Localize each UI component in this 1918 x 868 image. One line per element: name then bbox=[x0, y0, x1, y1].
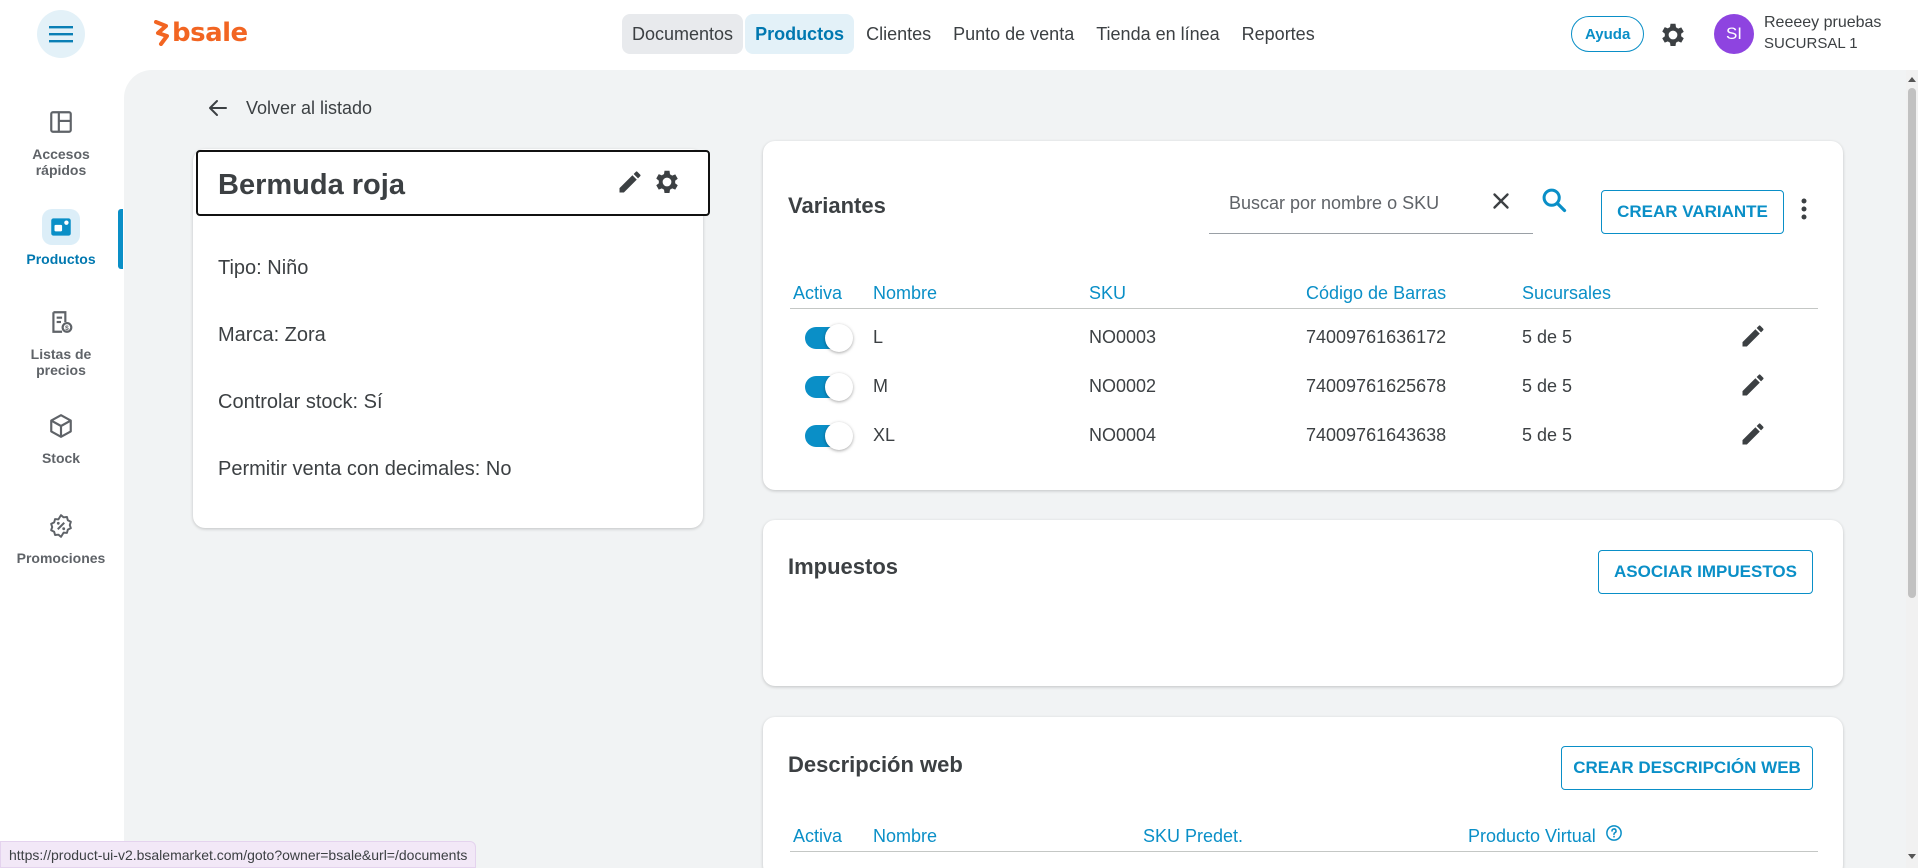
active-indicator bbox=[118, 209, 123, 269]
sidebar-label: Stock bbox=[41, 450, 81, 466]
sidebar-item-productos[interactable]: Productos bbox=[0, 209, 122, 267]
taxes-title: Impuestos bbox=[788, 554, 899, 579]
divider bbox=[790, 851, 1818, 852]
svg-text:$: $ bbox=[65, 325, 69, 332]
price-list-icon: $ bbox=[42, 304, 80, 340]
avatar[interactable]: SI bbox=[1714, 14, 1754, 54]
logo-text: bsale bbox=[172, 18, 248, 48]
scrollbar-thumb[interactable] bbox=[1908, 88, 1916, 598]
edit-pencil-icon[interactable] bbox=[1739, 322, 1767, 350]
user-name[interactable]: Reeeey pruebas bbox=[1764, 14, 1881, 32]
nav-tienda-en-linea[interactable]: Tienda en línea bbox=[1086, 14, 1229, 54]
sidebar-label: Promociones bbox=[16, 550, 106, 566]
create-variant-button[interactable]: CREAR VARIANTE bbox=[1601, 190, 1784, 234]
sidebar-label: Accesos rápidos bbox=[32, 146, 90, 178]
close-icon[interactable] bbox=[1488, 188, 1514, 214]
product-title-box[interactable]: Bermuda roja bbox=[196, 150, 710, 216]
edit-pencil-icon[interactable] bbox=[1739, 420, 1767, 448]
settings-gear-icon[interactable] bbox=[1658, 20, 1688, 50]
variant-sku: NO0003 bbox=[1089, 327, 1157, 347]
col-header-sku: SKU bbox=[1089, 283, 1127, 303]
variant-branches: 5 de 5 bbox=[1522, 327, 1573, 347]
help-button[interactable]: Ayuda bbox=[1571, 16, 1645, 52]
scroll-down-arrow-icon[interactable] bbox=[1906, 850, 1918, 864]
status-bar-url: https://product-ui-v2.bsalemarket.com/go… bbox=[0, 841, 477, 868]
nav-documentos[interactable]: Documentos bbox=[622, 14, 744, 54]
sidebar-item-listas-de-precios[interactable]: $ Listas de precios bbox=[0, 304, 122, 378]
nav-productos[interactable]: Productos bbox=[745, 14, 855, 54]
sidebar-item-accesos-rapidos[interactable]: Accesos rápidos bbox=[0, 104, 122, 178]
col-header-nombre: Nombre bbox=[873, 283, 938, 303]
variant-search bbox=[1209, 180, 1533, 234]
sidebar-label: Listas de precios bbox=[30, 346, 92, 378]
nav-punto-de-venta[interactable]: Punto de venta bbox=[943, 14, 1084, 54]
product-type: Tipo: Niño bbox=[218, 257, 309, 279]
help-circle-icon[interactable] bbox=[1605, 824, 1623, 842]
back-link[interactable]: Volver al listado bbox=[206, 96, 372, 120]
product-stock-control: Controlar stock: Sí bbox=[218, 391, 383, 413]
product-brand: Marca: Zora bbox=[218, 324, 326, 346]
products-icon bbox=[42, 209, 80, 245]
variant-branches: 5 de 5 bbox=[1522, 376, 1573, 396]
variants-title: Variantes bbox=[788, 193, 886, 218]
taxes-card bbox=[763, 520, 1843, 686]
variant-active-toggle[interactable] bbox=[805, 422, 853, 450]
web-description-title: Descripción web bbox=[788, 752, 963, 777]
back-label: Volver al listado bbox=[246, 97, 373, 118]
variant-active-toggle[interactable] bbox=[805, 373, 853, 401]
associate-taxes-button[interactable]: ASOCIAR IMPUESTOS bbox=[1598, 550, 1813, 594]
variant-name: M bbox=[873, 376, 888, 396]
col-header-activa: Activa bbox=[793, 826, 843, 846]
sidebar-label: Productos bbox=[26, 251, 96, 267]
variant-barcode: 74009761643638 bbox=[1306, 425, 1447, 445]
col-header-sku-predet: SKU Predet. bbox=[1143, 826, 1244, 846]
hamburger-icon bbox=[49, 26, 73, 43]
col-header-activa: Activa bbox=[793, 283, 843, 303]
top-bar: bsale Documentos Productos Clientes Punt… bbox=[0, 0, 1918, 68]
top-nav: Documentos Productos Clientes Punto de v… bbox=[622, 14, 1325, 54]
edit-pencil-icon[interactable] bbox=[616, 168, 644, 196]
product-settings-gear-icon[interactable] bbox=[652, 167, 682, 197]
col-header-nombre: Nombre bbox=[873, 826, 938, 846]
more-vert-icon[interactable] bbox=[1792, 194, 1816, 224]
bsale-logo-icon bbox=[154, 20, 169, 46]
variant-name: XL bbox=[873, 425, 896, 445]
bsale-logo[interactable]: bsale bbox=[152, 18, 248, 48]
arrow-left-icon bbox=[209, 100, 227, 116]
create-web-description-button[interactable]: CREAR DESCRIPCIÓN WEB bbox=[1561, 746, 1813, 790]
variant-sku: NO0004 bbox=[1089, 425, 1157, 445]
sidebar: Accesos rápidos Productos $ Listas de prec… bbox=[0, 68, 123, 868]
menu-button[interactable] bbox=[37, 10, 85, 58]
search-icon[interactable] bbox=[1540, 186, 1568, 214]
divider bbox=[790, 308, 1818, 309]
product-title: Bermuda roja bbox=[218, 169, 405, 201]
scroll-up-arrow-icon[interactable] bbox=[1906, 72, 1918, 86]
nav-clientes[interactable]: Clientes bbox=[856, 14, 941, 54]
variant-barcode: 74009761625678 bbox=[1306, 376, 1447, 396]
sidebar-item-stock[interactable]: Stock bbox=[0, 408, 122, 466]
variant-active-toggle[interactable] bbox=[805, 324, 853, 352]
variant-sku: NO0002 bbox=[1089, 376, 1157, 396]
box-icon bbox=[42, 408, 80, 444]
variant-name: L bbox=[873, 327, 884, 347]
col-header-codigo-de-barras: Código de Barras bbox=[1306, 283, 1447, 303]
nav-reportes[interactable]: Reportes bbox=[1232, 14, 1325, 54]
edit-pencil-icon[interactable] bbox=[1739, 371, 1767, 399]
promotion-icon bbox=[42, 508, 80, 544]
product-decimal-sale: Permitir venta con decimales: No bbox=[218, 458, 512, 480]
variant-barcode: 74009761636172 bbox=[1306, 327, 1447, 347]
col-header-producto-virtual: Producto Virtual bbox=[1468, 826, 1596, 846]
dashboard-icon bbox=[42, 104, 80, 140]
col-header-sucursales: Sucursales bbox=[1522, 283, 1612, 303]
user-branch[interactable]: SUCURSAL 1 bbox=[1764, 35, 1858, 52]
search-input[interactable] bbox=[1229, 188, 1489, 218]
variant-branches: 5 de 5 bbox=[1522, 425, 1573, 445]
sidebar-item-promociones[interactable]: Promociones bbox=[0, 508, 122, 566]
